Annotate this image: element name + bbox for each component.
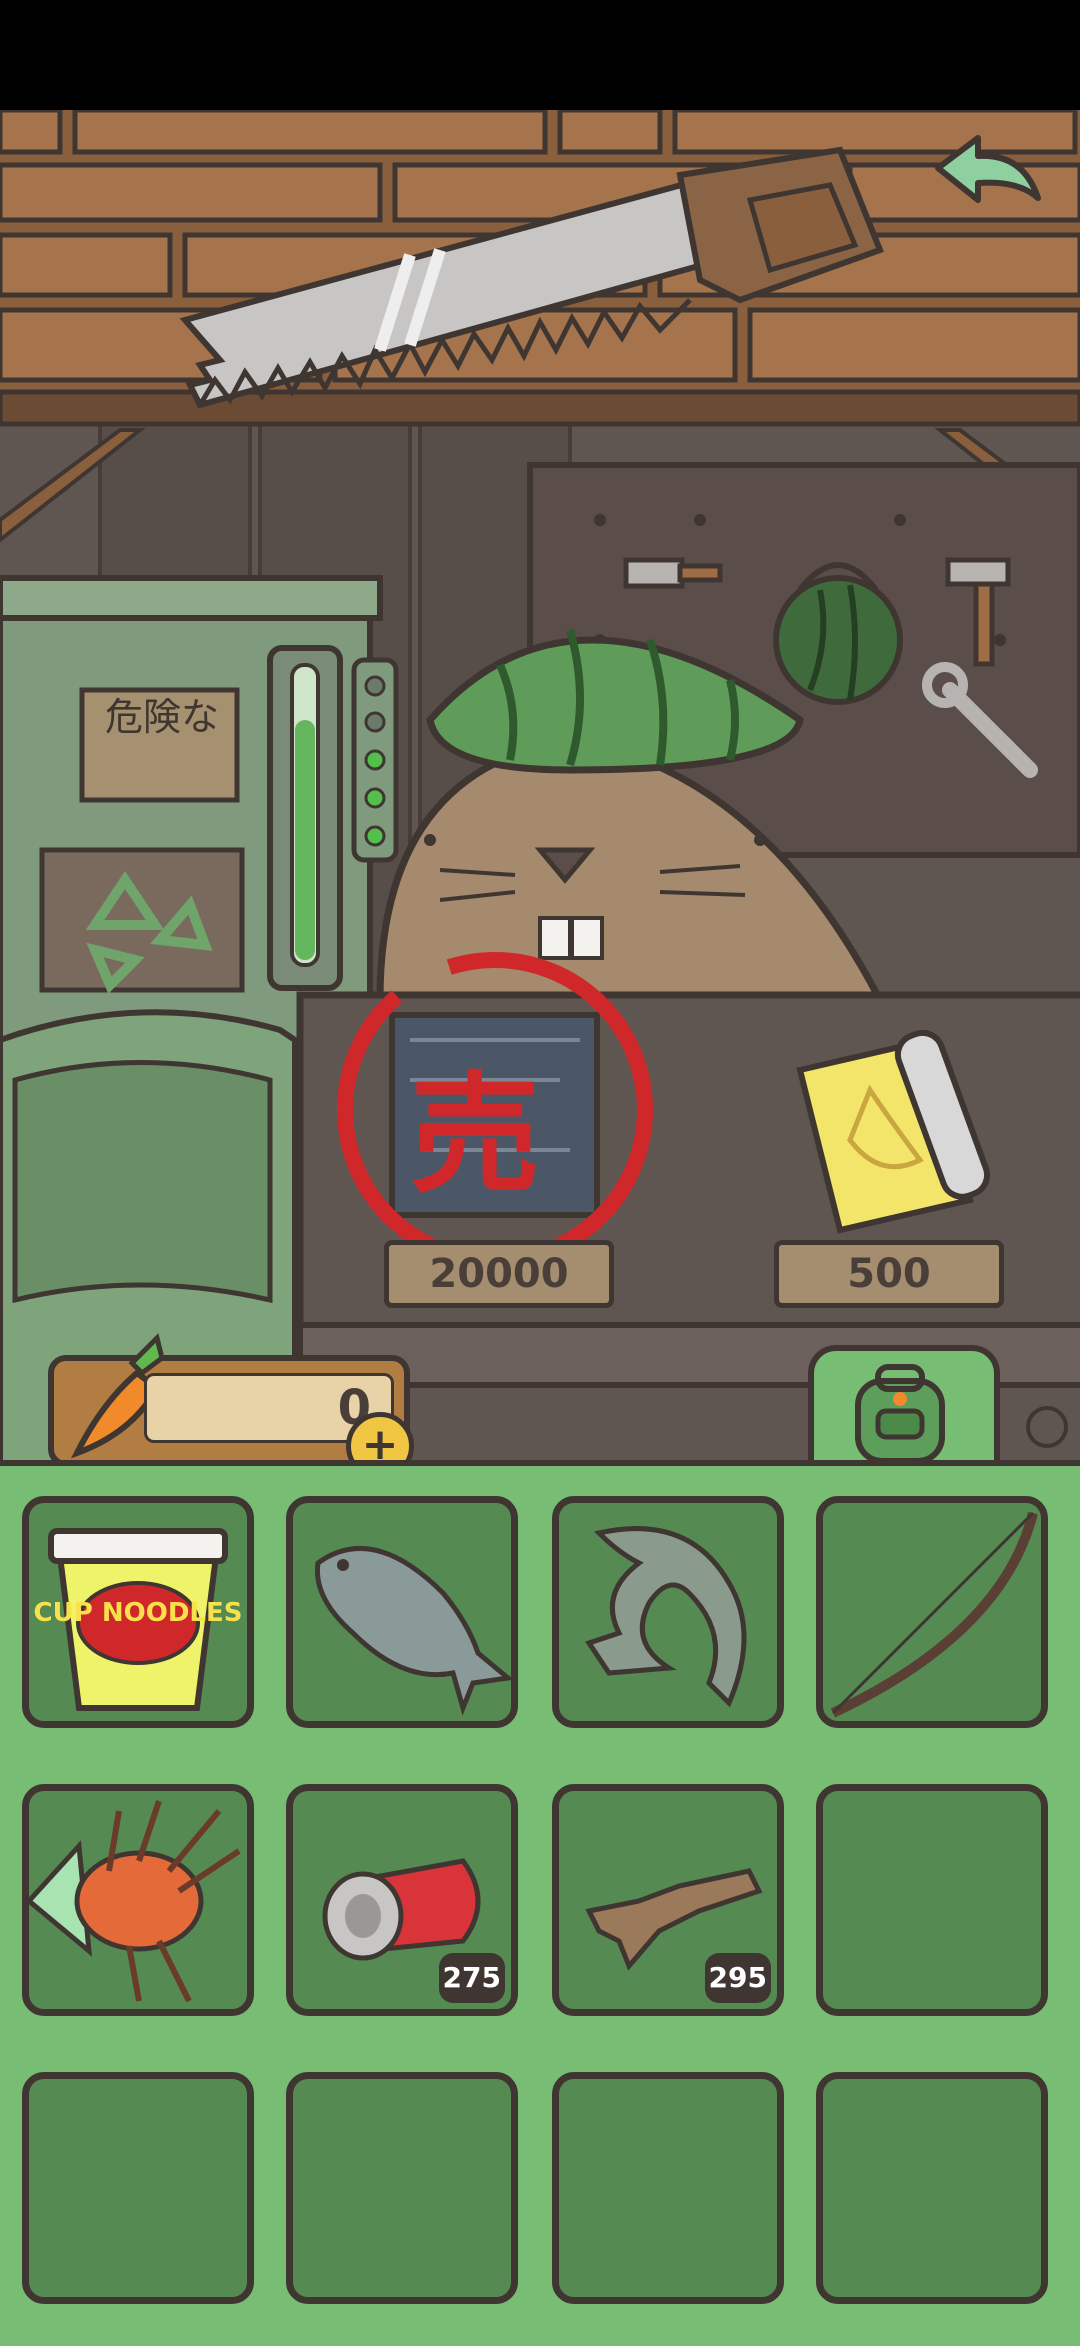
- lionfish-icon: [29, 1800, 241, 2003]
- carp-icon: [314, 1546, 511, 1716]
- inventory-slot-empty[interactable]: [816, 1784, 1048, 2016]
- cup-noodles-icon: CUP NOODLES: [34, 1528, 243, 1711]
- backpack-icon: [855, 1364, 945, 1464]
- back-button[interactable]: [928, 128, 1048, 228]
- inventory-slot-empty[interactable]: [286, 2072, 518, 2304]
- inventory-panel: CUP NOODLES 275 295: [0, 1460, 1080, 2346]
- shop-item-price[interactable]: 20000: [384, 1240, 614, 1308]
- cup-noodles-label: CUP NOODLES: [34, 1598, 243, 1628]
- inventory-slot-driftwood[interactable]: 295: [552, 1784, 784, 2016]
- inventory-slot-empty[interactable]: [22, 2072, 254, 2304]
- inventory-slot-cup-noodles[interactable]: CUP NOODLES: [22, 1496, 254, 1728]
- shop-item-blueprint[interactable]: [320, 970, 660, 1230]
- sturgeon-icon: [585, 1526, 747, 1708]
- back-arrow-icon: [935, 135, 1041, 203]
- status-bar: [0, 0, 1080, 110]
- item-count-badge: 295: [704, 1953, 771, 2003]
- inventory-slot-crushed-can[interactable]: 275: [286, 1784, 518, 2016]
- inventory-slot-empty[interactable]: [816, 2072, 1048, 2304]
- shop-item-banana-blueprint[interactable]: [790, 1020, 1000, 1240]
- danger-sign: 危険な: [104, 695, 219, 739]
- item-count-badge: 275: [438, 1953, 505, 2003]
- inventory-slot-lionfish[interactable]: [22, 1784, 254, 2016]
- inventory-slot-carp[interactable]: [286, 1496, 518, 1728]
- round-button[interactable]: [1026, 1406, 1068, 1448]
- shop-item-price[interactable]: 500: [774, 1240, 1004, 1308]
- inventory-slot-empty[interactable]: [552, 2072, 784, 2304]
- shop-scene: 売 危険な 20000 500: [0, 110, 1080, 1460]
- bow-icon: [830, 1511, 1038, 1718]
- inventory-slot-bow[interactable]: [816, 1496, 1048, 1728]
- inventory-slot-sturgeon[interactable]: [552, 1496, 784, 1728]
